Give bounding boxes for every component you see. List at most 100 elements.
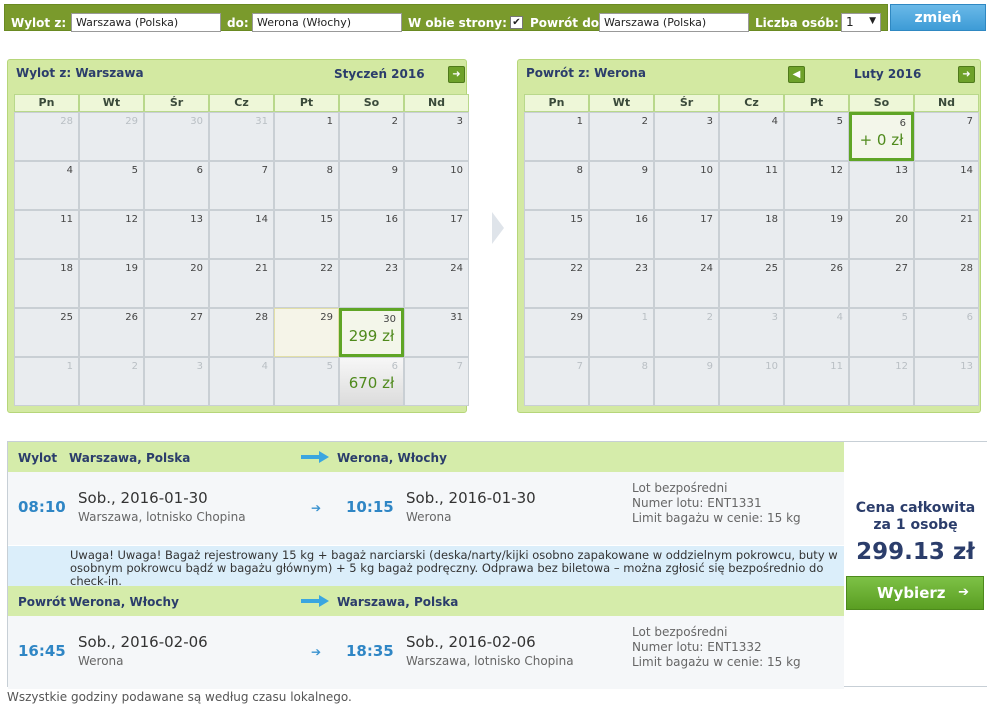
calendar-day[interactable]: 8 xyxy=(274,161,339,210)
calendar-day[interactable]: 24 xyxy=(404,259,469,308)
calendar-day[interactable]: 12 xyxy=(79,210,144,259)
calendar-day[interactable]: 4 xyxy=(719,112,784,161)
calendar-day[interactable]: 6 670 zł xyxy=(339,357,404,406)
calendar-day[interactable]: 18 xyxy=(719,210,784,259)
calendar-day[interactable]: 11 xyxy=(14,210,79,259)
next-month-button[interactable]: ➜ xyxy=(958,66,975,83)
calendar-day[interactable]: 12 xyxy=(849,357,914,406)
calendar-day[interactable]: 26 xyxy=(79,308,144,357)
calendar-day[interactable]: 13 xyxy=(849,161,914,210)
calendar-day[interactable]: 4 xyxy=(784,308,849,357)
change-search-button[interactable]: zmień xyxy=(890,4,986,31)
calendar-day[interactable]: 23 xyxy=(339,259,404,308)
calendar-day[interactable]: 14 xyxy=(914,161,979,210)
calendar-day[interactable]: 7 xyxy=(524,357,589,406)
calendar-day[interactable]: 15 xyxy=(524,210,589,259)
calendar-day[interactable]: 18 xyxy=(14,259,79,308)
calendar-day[interactable]: 3 xyxy=(144,357,209,406)
day-number: 4 xyxy=(261,361,268,372)
calendar-day[interactable]: 16 xyxy=(589,210,654,259)
calendar-day[interactable]: 16 xyxy=(339,210,404,259)
calendar-day[interactable]: 5 xyxy=(784,112,849,161)
calendar-day[interactable]: 10 xyxy=(654,161,719,210)
calendar-day[interactable]: 3 xyxy=(654,112,719,161)
calendar-day[interactable]: 1 xyxy=(14,357,79,406)
calendar-day[interactable]: 9 xyxy=(589,161,654,210)
calendar-day[interactable]: 21 xyxy=(914,210,979,259)
calendar-day[interactable]: 20 xyxy=(144,259,209,308)
calendar-day[interactable]: 30 299 zł xyxy=(339,308,404,357)
calendar-day[interactable]: 13 xyxy=(144,210,209,259)
day-number: 7 xyxy=(966,116,973,127)
prev-month-button[interactable]: ◀ xyxy=(788,66,805,83)
calendar-day[interactable]: 13 xyxy=(914,357,979,406)
persons-select[interactable]: 1 ▼ xyxy=(841,13,881,32)
calendar-day[interactable]: 2 xyxy=(654,308,719,357)
return-label: Powrót do: xyxy=(530,16,604,30)
calendar-day[interactable]: 6 + 0 zł xyxy=(849,112,914,161)
calendar-day[interactable]: 9 xyxy=(654,357,719,406)
calendar-day[interactable]: 5 xyxy=(274,357,339,406)
calendar-day[interactable]: 28 xyxy=(209,308,274,357)
calendar-day[interactable]: 10 xyxy=(719,357,784,406)
calendar-day[interactable]: 29 xyxy=(524,308,589,357)
calendar-day[interactable]: 25 xyxy=(14,308,79,357)
calendar-day[interactable]: 22 xyxy=(274,259,339,308)
calendar-day[interactable]: 3 xyxy=(404,112,469,161)
calendar-day[interactable]: 6 xyxy=(144,161,209,210)
calendar-day[interactable]: 28 xyxy=(14,112,79,161)
calendar-day[interactable]: 22 xyxy=(524,259,589,308)
calendar-day[interactable]: 4 xyxy=(209,357,274,406)
calendar-day[interactable]: 14 xyxy=(209,210,274,259)
calendar-day[interactable]: 19 xyxy=(784,210,849,259)
calendar-day[interactable]: 6 xyxy=(914,308,979,357)
calendar-day[interactable]: 1 xyxy=(524,112,589,161)
calendar-day[interactable]: 15 xyxy=(274,210,339,259)
calendar-day[interactable]: 11 xyxy=(784,357,849,406)
calendar-day[interactable]: 9 xyxy=(339,161,404,210)
calendar-day[interactable]: 12 xyxy=(784,161,849,210)
calendar-day[interactable]: 19 xyxy=(79,259,144,308)
calendar-day[interactable]: 29 xyxy=(79,112,144,161)
calendar-day[interactable]: 7 xyxy=(914,112,979,161)
baggage-limit: Limit bagażu w cenie: 15 kg xyxy=(632,511,801,525)
calendar-day[interactable]: 25 xyxy=(719,259,784,308)
calendar-day[interactable]: 27 xyxy=(144,308,209,357)
calendar-day[interactable]: 1 xyxy=(589,308,654,357)
calendar-day[interactable]: 20 xyxy=(849,210,914,259)
calendar-day[interactable]: 2 xyxy=(79,357,144,406)
calendar-day[interactable]: 28 xyxy=(914,259,979,308)
calendar-day[interactable]: 10 xyxy=(404,161,469,210)
to-input[interactable]: Werona (Włochy) xyxy=(252,13,402,32)
select-flight-button[interactable]: Wybierz ➔ xyxy=(846,576,984,610)
calendar-day[interactable]: 17 xyxy=(654,210,719,259)
calendar-day[interactable]: 23 xyxy=(589,259,654,308)
roundtrip-checkbox[interactable]: ✔ xyxy=(510,16,523,29)
calendar-day[interactable]: 1 xyxy=(274,112,339,161)
calendar-day[interactable]: 17 xyxy=(404,210,469,259)
calendar-day[interactable]: 2 xyxy=(339,112,404,161)
calendar-day[interactable]: 5 xyxy=(849,308,914,357)
calendar-day[interactable]: 3 xyxy=(719,308,784,357)
day-number: 31 xyxy=(255,116,268,127)
calendar-day[interactable]: 26 xyxy=(784,259,849,308)
calendar-day[interactable]: 5 xyxy=(79,161,144,210)
calendar-day[interactable]: 24 xyxy=(654,259,719,308)
day-number: 11 xyxy=(830,361,843,372)
next-month-button[interactable]: ➜ xyxy=(448,66,465,83)
calendar-day[interactable]: 4 xyxy=(14,161,79,210)
calendar-day[interactable]: 31 xyxy=(209,112,274,161)
from-input[interactable]: Warszawa (Polska) xyxy=(71,13,221,32)
calendar-day[interactable]: 21 xyxy=(209,259,274,308)
return-input[interactable]: Warszawa (Polska) xyxy=(599,13,749,32)
calendar-day[interactable]: 8 xyxy=(589,357,654,406)
calendar-day[interactable]: 2 xyxy=(589,112,654,161)
calendar-day[interactable]: 11 xyxy=(719,161,784,210)
calendar-day[interactable]: 29 xyxy=(274,308,339,357)
calendar-day[interactable]: 30 xyxy=(144,112,209,161)
calendar-day[interactable]: 27 xyxy=(849,259,914,308)
calendar-day[interactable]: 31 xyxy=(404,308,469,357)
calendar-day[interactable]: 7 xyxy=(209,161,274,210)
calendar-day[interactable]: 8 xyxy=(524,161,589,210)
calendar-day[interactable]: 7 xyxy=(404,357,469,406)
